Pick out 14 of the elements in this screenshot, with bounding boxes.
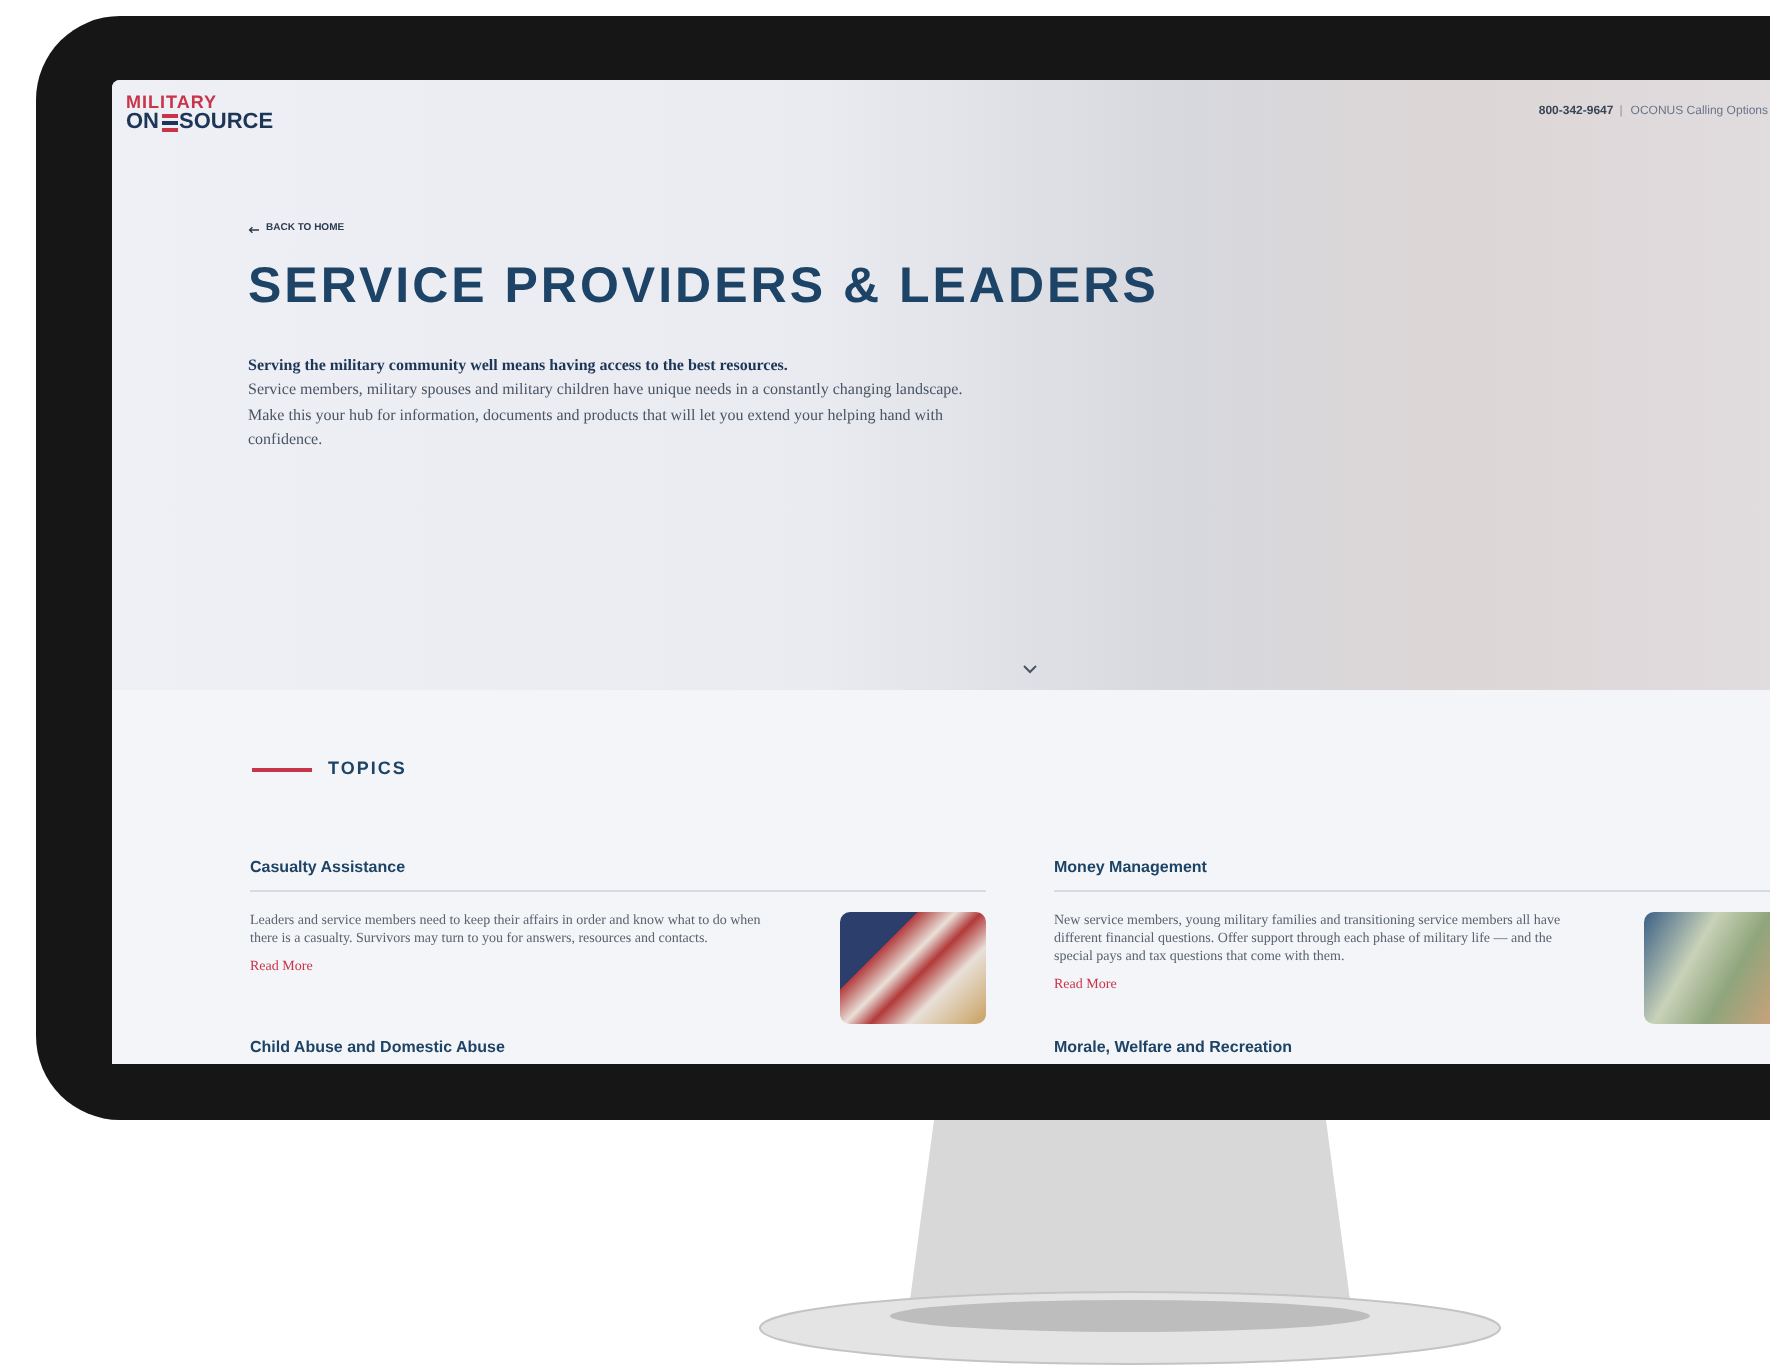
- intro-paragraph: Serving the military community well means having access to the best resources. Service members, military spouses and military children have unique needs in a constantly changing landscape. Make this your hub for information, documents and products that will let you extend your helping hand with confidence.: [248, 353, 965, 452]
- left-arrow-icon: [248, 225, 260, 234]
- logo-text: MILITARY: [126, 94, 219, 112]
- flag-stripes-icon: [161, 114, 177, 132]
- section-heading: TOPICS: [328, 756, 407, 782]
- money-photo: [1644, 911, 1770, 1023]
- topic-title-link[interactable]: Morale, Welfare and Recreation: [1054, 1035, 1292, 1059]
- logo-text: SOURCE: [179, 112, 274, 134]
- page-title: SERVICE PROVIDERS & LEADERS: [248, 257, 1159, 313]
- chevron-down-icon: [1022, 664, 1038, 674]
- topic-title-link[interactable]: Casualty Assistance: [250, 855, 406, 879]
- topic-title-link[interactable]: Money Management: [1054, 855, 1207, 879]
- logo-text: ON: [126, 112, 159, 134]
- topic-title-link[interactable]: Child Abuse and Domestic Abuse: [250, 1035, 505, 1059]
